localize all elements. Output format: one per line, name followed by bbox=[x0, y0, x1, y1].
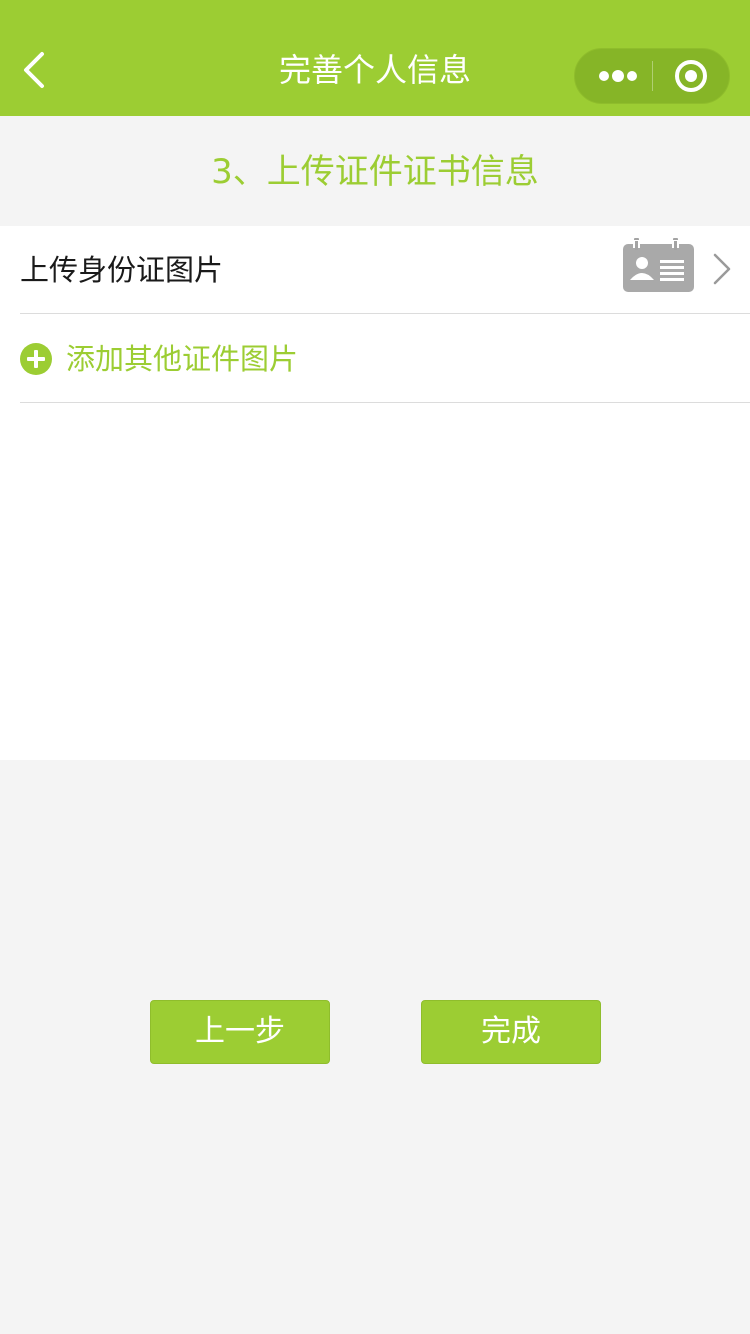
more-dots-icon bbox=[599, 70, 637, 82]
id-card-icon bbox=[623, 238, 694, 292]
done-button[interactable]: 完成 bbox=[421, 1000, 601, 1064]
plus-circle-icon bbox=[20, 343, 52, 375]
prev-step-button[interactable]: 上一步 bbox=[150, 1000, 330, 1064]
id-upload-row[interactable]: 上传身份证图片 bbox=[20, 226, 750, 314]
menu-capsule bbox=[574, 48, 730, 104]
upload-panel: 上传身份证图片 添加其他证件图片 bbox=[0, 226, 750, 760]
add-other-label: 添加其他证件图片 bbox=[66, 342, 299, 376]
add-other-row[interactable]: 添加其他证件图片 bbox=[20, 315, 750, 403]
close-button[interactable] bbox=[661, 49, 721, 103]
target-icon bbox=[675, 60, 707, 92]
id-upload-label: 上传身份证图片 bbox=[20, 253, 224, 287]
chevron-right-icon bbox=[713, 253, 731, 285]
section-title: 3、上传证件证书信息 bbox=[211, 152, 539, 192]
capsule-divider bbox=[652, 61, 653, 91]
navigation-bar: 完善个人信息 bbox=[0, 0, 750, 116]
more-button[interactable] bbox=[585, 49, 651, 103]
